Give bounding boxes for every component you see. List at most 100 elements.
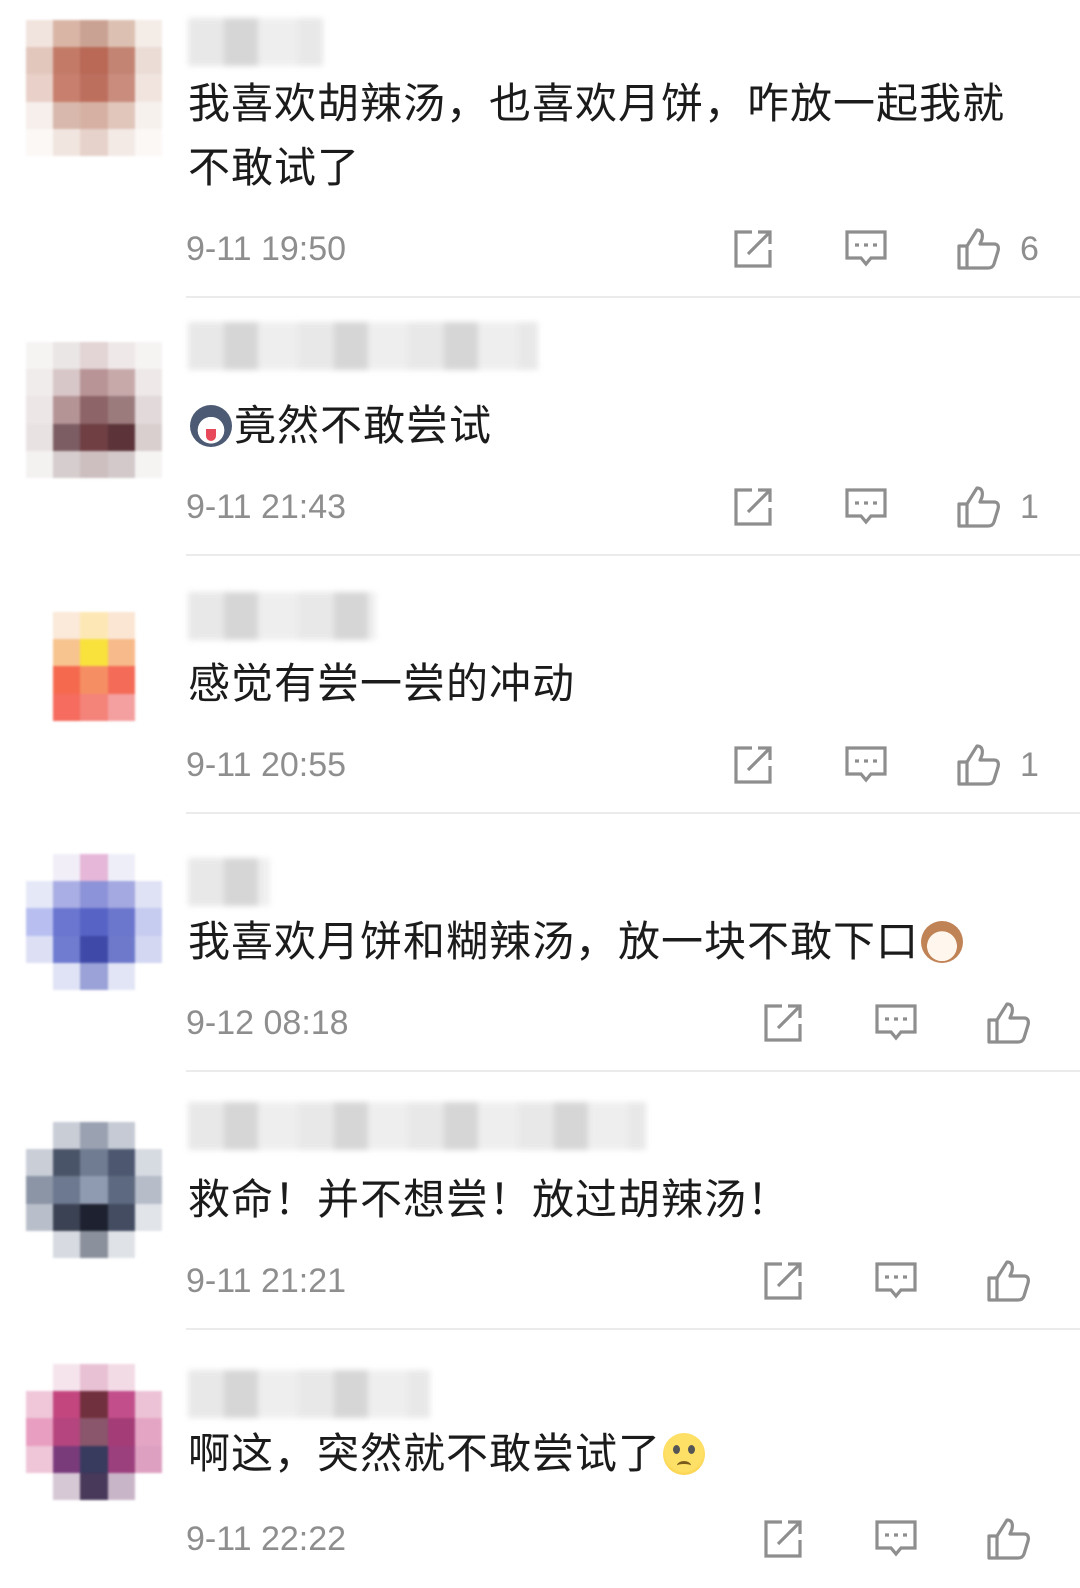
avatar-pixel [26, 1364, 54, 1392]
comment-text: 救命！并不想尝！放过胡辣汤！ [188, 1168, 1040, 1232]
comment-body: 救命！并不想尝！放过胡辣汤！ [188, 1175, 791, 1224]
avatar-pixel [26, 1149, 54, 1177]
username-blurred[interactable] [188, 858, 270, 906]
thumbs-up-icon[interactable] [985, 1258, 1031, 1304]
avatar-pixel [26, 47, 54, 75]
avatar-pixel [53, 1230, 81, 1258]
avatar-pixel [53, 1391, 81, 1419]
avatar-pixel [80, 720, 108, 748]
comment-item: 竟然不敢尝试 9-11 21:43 1 [0, 298, 1080, 556]
avatar[interactable] [26, 612, 162, 748]
avatar-pixel [53, 908, 81, 936]
share-icon[interactable] [730, 226, 776, 272]
avatar-pixel [80, 47, 108, 75]
avatar-pixel [134, 1472, 162, 1500]
sad-emoji-icon [663, 1433, 706, 1475]
avatar-pixel [26, 1230, 54, 1258]
avatar-pixel [26, 612, 54, 640]
share-icon[interactable] [730, 742, 776, 788]
avatar-pixel [80, 693, 108, 721]
avatar-pixel [107, 1391, 135, 1419]
avatar-pixel [26, 342, 54, 370]
avatar[interactable] [26, 1364, 162, 1500]
thumbs-up-icon[interactable] [985, 1000, 1031, 1046]
username-blurred[interactable] [188, 322, 538, 370]
like-count: 1 [1020, 488, 1039, 526]
avatar-pixel [26, 101, 54, 129]
avatar-pixel [26, 450, 54, 478]
comment-icon[interactable] [873, 1000, 919, 1046]
avatar-pixel [53, 935, 81, 963]
avatar-pixel [80, 369, 108, 397]
avatar[interactable] [26, 1122, 162, 1258]
avatar-pixel [80, 854, 108, 882]
avatar-pixel [107, 101, 135, 129]
avatar-pixel [26, 962, 54, 990]
thumbs-up-icon[interactable] [955, 484, 1001, 530]
comment-icon[interactable] [843, 226, 889, 272]
avatar-pixel [26, 369, 54, 397]
username-blurred[interactable] [188, 592, 376, 640]
avatar-pixel [53, 720, 81, 748]
avatar-pixel [134, 1122, 162, 1150]
avatar-pixel [53, 881, 81, 909]
avatar[interactable] [26, 342, 162, 478]
comment-icon[interactable] [873, 1258, 919, 1304]
thumbs-up-icon[interactable] [985, 1516, 1031, 1562]
comment-body: 我喜欢胡辣汤，也喜欢月饼，咋放一起我就不敢试了 [188, 79, 1006, 192]
comment-item: 我喜欢胡辣汤，也喜欢月饼，咋放一起我就不敢试了 9-11 19:50 6 [0, 0, 1080, 298]
share-icon[interactable] [760, 1000, 806, 1046]
avatar-pixel [53, 369, 81, 397]
avatar-pixel [53, 128, 81, 156]
avatar-pixel [134, 423, 162, 451]
avatar-pixel [107, 47, 135, 75]
avatar-pixel [134, 1149, 162, 1177]
avatar-pixel [107, 1203, 135, 1231]
username-blurred[interactable] [188, 1102, 646, 1150]
avatar-pixel [80, 1445, 108, 1473]
avatar-pixel [134, 396, 162, 424]
avatar-pixel [134, 342, 162, 370]
avatar-pixel [134, 881, 162, 909]
avatar-pixel [80, 101, 108, 129]
share-icon[interactable] [760, 1258, 806, 1304]
avatar-pixel [80, 1418, 108, 1446]
avatar-pixel [26, 1176, 54, 1204]
like-count: 6 [1020, 230, 1039, 268]
avatar-pixel [107, 1445, 135, 1473]
comment-item: 我喜欢月饼和糊辣汤，放一块不敢下口 9-12 08:18 [0, 814, 1080, 1072]
avatar-pixel [134, 101, 162, 129]
avatar-pixel [53, 1364, 81, 1392]
avatar-pixel [26, 908, 54, 936]
comment-time: 9-11 22:22 [186, 1520, 347, 1558]
comment-icon[interactable] [843, 742, 889, 788]
thumbs-up-icon[interactable] [955, 742, 1001, 788]
comment-time: 9-11 20:55 [186, 746, 347, 784]
avatar[interactable] [26, 854, 162, 990]
avatar-pixel [80, 342, 108, 370]
avatar-pixel [26, 1445, 54, 1473]
avatar-pixel [53, 101, 81, 129]
avatar-pixel [107, 1149, 135, 1177]
avatar-pixel [26, 854, 54, 882]
avatar-pixel [107, 935, 135, 963]
avatar-pixel [134, 20, 162, 48]
avatar-pixel [107, 1122, 135, 1150]
comment-icon[interactable] [843, 484, 889, 530]
avatar-pixel [53, 1203, 81, 1231]
avatar[interactable] [26, 20, 162, 156]
avatar-pixel [134, 908, 162, 936]
avatar-pixel [53, 1176, 81, 1204]
avatar-pixel [107, 1176, 135, 1204]
username-blurred[interactable] [188, 1370, 430, 1418]
thumbs-up-icon[interactable] [955, 226, 1001, 272]
share-icon[interactable] [730, 484, 776, 530]
comment-item: 救命！并不想尝！放过胡辣汤！ 9-11 21:21 [0, 1072, 1080, 1330]
comment-time: 9-11 21:21 [186, 1262, 347, 1300]
avatar-pixel [53, 47, 81, 75]
username-blurred[interactable] [188, 18, 323, 66]
share-icon[interactable] [760, 1516, 806, 1562]
avatar-pixel [53, 423, 81, 451]
comment-icon[interactable] [873, 1516, 919, 1562]
avatar-pixel [26, 1391, 54, 1419]
